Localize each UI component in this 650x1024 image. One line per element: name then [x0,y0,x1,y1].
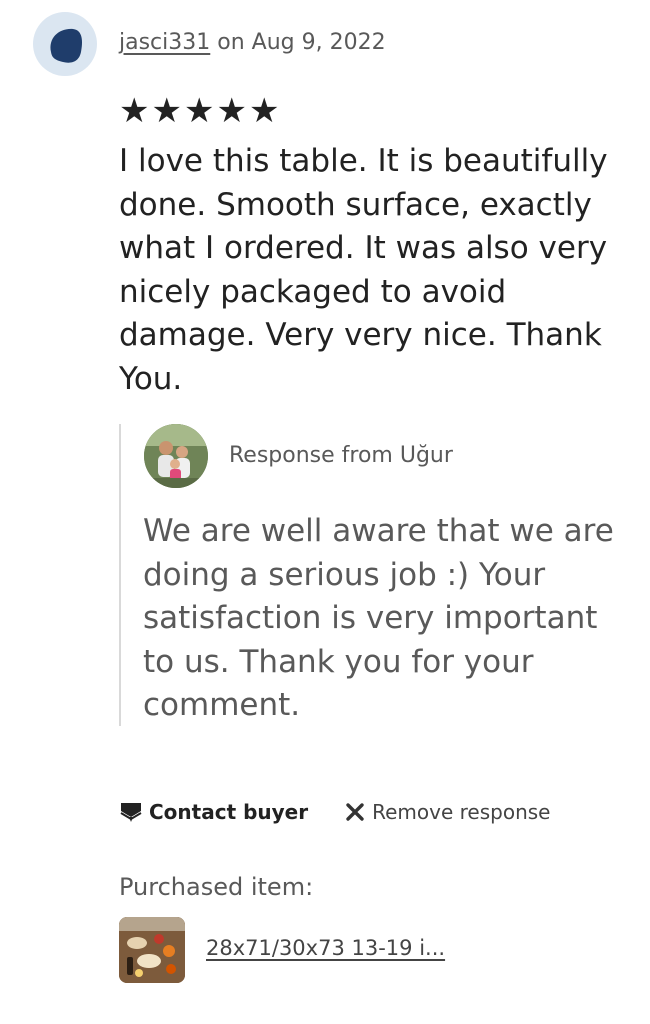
star-icon: ★ [151,91,182,131]
review-meta: jasci331 on Aug 9, 2022 [119,30,386,55]
reviewer-avatar[interactable] [33,12,97,76]
star-icon: ★ [119,91,150,131]
table-photo-icon [119,917,185,983]
contact-buyer-button[interactable]: Contact buyer [119,800,308,824]
star-icon: ★ [248,91,280,131]
review-date: on Aug 9, 2022 [210,30,386,55]
review-text: I love this table. It is beautifully don… [119,143,608,397]
response-text: We are well aware that we are doing a se… [143,513,614,723]
star-icon: ★ [216,91,247,131]
envelope-icon [120,803,142,822]
family-photo-icon [144,424,208,488]
purchased-item-label: Purchased item: [119,873,314,901]
star-icon: ★ [183,91,215,131]
review-actions: Contact buyer Remove response [119,800,550,824]
purchased-item-thumbnail[interactable] [119,917,185,983]
review-card: jasci331 on Aug 9, 2022 ★ ★ ★ ★ ★ I love… [0,0,650,1024]
contact-buyer-label: Contact buyer [149,800,309,824]
blob-avatar-icon [50,28,83,63]
seller-avatar[interactable] [144,424,208,488]
remove-response-button[interactable]: Remove response [344,800,550,824]
star-rating: ★ ★ ★ ★ ★ [119,93,279,129]
close-icon [346,803,364,821]
reviewer-username-link[interactable]: jasci331 [119,30,210,55]
purchased-item-link[interactable]: 28x71/30x73 13-19 i... [206,936,445,960]
remove-response-label: Remove response [372,800,551,824]
response-divider [119,424,121,726]
response-from-label: Response from Uğur [229,443,453,468]
